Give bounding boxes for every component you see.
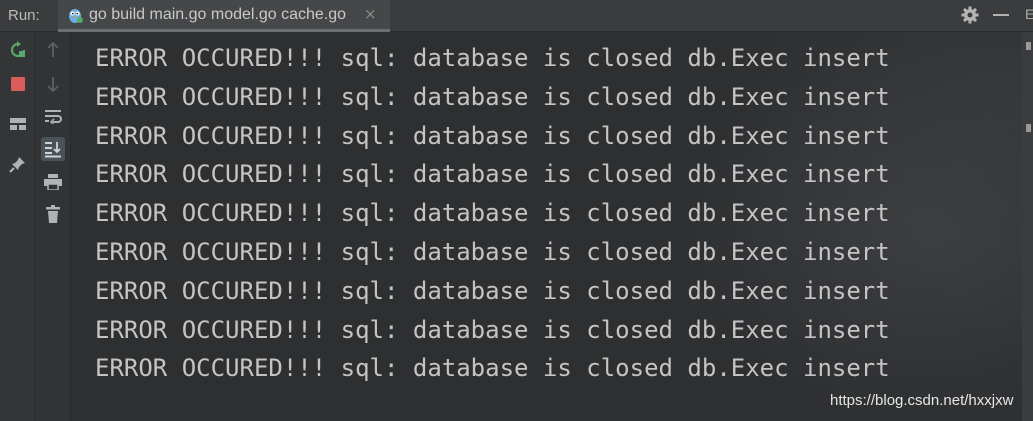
console-line: ERROR OCCURED!!! sql: database is closed…: [95, 44, 890, 72]
rerun-icon: [10, 41, 26, 58]
console-line: ERROR OCCURED!!! sql: database is closed…: [95, 315, 890, 344]
print-icon: [44, 174, 62, 190]
soft-wrap-icon: [45, 110, 62, 124]
gear-icon[interactable]: [960, 5, 980, 25]
console-output[interactable]: ERROR OCCURED!!! sql: database is closed…: [95, 39, 995, 388]
close-tab-icon[interactable]: ×: [364, 5, 377, 23]
print-button[interactable]: [41, 170, 65, 194]
console-line: ERROR OCCURED!!! sql: database is closed…: [95, 199, 890, 228]
stop-button[interactable]: [6, 72, 30, 96]
restore-layout-icon: [10, 118, 26, 130]
stop-icon: [11, 77, 25, 91]
run-toolbar-header: Run: go build main.go model.go cache.go …: [0, 0, 1033, 32]
clear-all-button[interactable]: [41, 202, 65, 226]
side-panel-label[interactable]: E: [1025, 6, 1033, 22]
next-occurrence-button[interactable]: [41, 72, 65, 96]
console-line: ERROR OCCURED!!! sql: database is closed…: [95, 121, 890, 150]
strip-marker[interactable]: [1026, 124, 1031, 132]
strip-marker[interactable]: [1026, 42, 1031, 50]
console-line: ERROR OCCURED!!! sql: database is closed…: [95, 82, 890, 111]
restore-layout-button[interactable]: [6, 112, 30, 136]
up-arrow-icon: [47, 42, 59, 57]
minimize-icon[interactable]: [993, 14, 1009, 16]
previous-occurrence-button[interactable]: [41, 38, 65, 62]
soft-wrap-button[interactable]: [41, 104, 65, 128]
scroll-to-end-icon: [45, 142, 61, 158]
gopher-icon: [69, 9, 83, 23]
console-actions-toolbar: [35, 32, 71, 421]
run-tool-window: Run: go build main.go model.go cache.go …: [0, 0, 1033, 421]
run-config-tab[interactable]: go build main.go model.go cache.go ×: [58, 0, 390, 32]
tab-title: go build main.go model.go cache.go: [89, 6, 347, 23]
right-tool-strip: [1022, 32, 1033, 421]
trash-icon: [46, 205, 60, 223]
console-line: ERROR OCCURED!!! sql: database is closed…: [95, 276, 890, 305]
scroll-to-end-button[interactable]: [41, 137, 65, 161]
rerun-button[interactable]: [6, 38, 30, 62]
console-line: ERROR OCCURED!!! sql: database is closed…: [95, 160, 890, 189]
pin-icon: [9, 157, 25, 173]
run-label: Run:: [8, 7, 40, 24]
console-line: ERROR OCCURED!!! sql: database is closed…: [95, 237, 890, 266]
pin-tab-button[interactable]: [6, 152, 30, 176]
console-line: ERROR OCCURED!!! sql: database is closed…: [95, 354, 890, 383]
down-arrow-icon: [47, 77, 59, 92]
run-actions-toolbar: [0, 32, 35, 421]
watermark-url: https://blog.csdn.net/hxxjxw: [830, 392, 1014, 409]
